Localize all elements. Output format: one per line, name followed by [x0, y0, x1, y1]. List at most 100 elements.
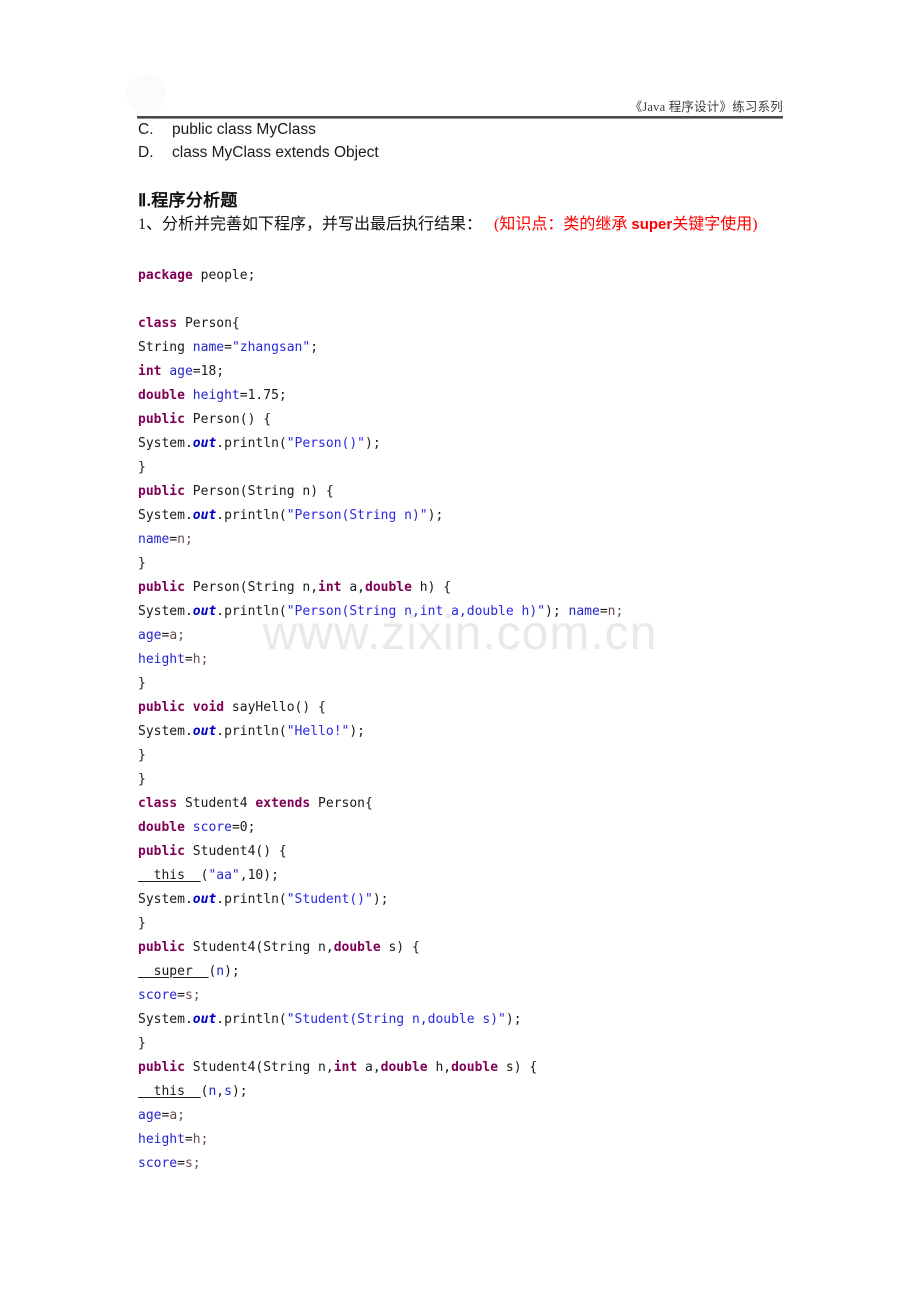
code-token: age	[169, 364, 193, 379]
code-line: System.out.println("Hello!");	[138, 720, 838, 744]
code-token: =0;	[231, 820, 256, 835]
code-line: }	[138, 768, 838, 792]
code-token: System.	[138, 436, 193, 451]
code-line: public Student4(String n,int a,double h,…	[138, 1056, 838, 1080]
document-page: 《Java 程序设计》练习系列 C. public class MyClass …	[0, 0, 920, 1302]
code-line: this (n,s);	[138, 1080, 838, 1104]
code-line: }	[138, 744, 838, 768]
code-token: "Person()"	[286, 436, 366, 451]
code-token: "Student(String n,double s)"	[286, 1012, 506, 1027]
code-token: =18;	[192, 364, 225, 379]
code-listing: package people; class Person{String name…	[138, 264, 838, 1176]
code-token: a;	[169, 1108, 185, 1123]
code-token: int	[333, 1060, 358, 1075]
code-token: }	[138, 1036, 146, 1051]
code-line: public Person(String n,int a,double h) {	[138, 576, 838, 600]
page-header: 《Java 程序设计》练习系列	[137, 96, 783, 116]
code-line: }	[138, 552, 838, 576]
code-token: }	[138, 556, 146, 571]
code-token: );	[427, 508, 444, 523]
code-token: sayHello() {	[224, 700, 326, 715]
question-gap	[486, 216, 494, 233]
code-token: double	[380, 1060, 428, 1075]
code-token: name	[138, 532, 170, 547]
answer-option-list: C. public class MyClass D. class MyClass…	[138, 121, 788, 167]
code-line: }	[138, 1032, 838, 1056]
code-token: .println(	[216, 604, 287, 619]
code-token: score	[138, 1156, 178, 1171]
code-token: ;	[310, 340, 319, 355]
code-token: out	[192, 604, 217, 619]
code-token: s;	[184, 988, 201, 1003]
code-line: age=a;	[138, 1104, 838, 1128]
code-line: double score=0;	[138, 816, 838, 840]
code-token: h;	[192, 652, 209, 667]
code-token: .println(	[216, 1012, 287, 1027]
code-token: );	[365, 436, 381, 451]
code-token: );	[545, 604, 569, 619]
code-token: Person(String n) {	[184, 484, 334, 499]
code-token: int	[138, 364, 162, 379]
code-token: }	[138, 748, 146, 763]
section-heading: Ⅱ.程序分析题	[138, 191, 238, 210]
code-token: people;	[192, 268, 256, 283]
code-token: =	[184, 652, 193, 667]
code-token: public	[138, 484, 185, 499]
code-token: =1.75;	[239, 388, 287, 403]
code-blank-answer: super	[138, 964, 209, 979]
code-token: height	[138, 1132, 185, 1147]
code-blank-answer: this	[138, 1084, 201, 1099]
code-token: double	[138, 388, 185, 403]
code-token: height	[192, 388, 240, 403]
code-token: .println(	[216, 724, 287, 739]
code-line: height=h;	[138, 1128, 838, 1152]
code-token: s	[224, 1084, 232, 1099]
code-token: public	[138, 844, 185, 859]
code-token: }	[138, 460, 146, 475]
code-token: =	[224, 340, 232, 355]
code-line: public void sayHello() {	[138, 696, 838, 720]
code-token: s) {	[380, 940, 420, 955]
code-token: h,	[427, 1060, 452, 1075]
question-note-keyword: super	[631, 216, 673, 233]
code-token: System.	[138, 724, 193, 739]
code-token: =	[177, 1156, 185, 1171]
code-token: out	[192, 724, 217, 739]
code-token: }	[138, 916, 146, 931]
code-line: this ("aa",10);	[138, 864, 838, 888]
code-token: Student4	[177, 796, 256, 811]
option-text: class MyClass extends Object	[172, 144, 379, 161]
code-token: ,10);	[239, 868, 279, 883]
code-token: }	[138, 772, 146, 787]
code-line: System.out.println("Person(String n,int …	[138, 600, 838, 624]
code-line: System.out.println("Student()");	[138, 888, 838, 912]
code-token: void	[192, 700, 225, 715]
code-token: .println(	[216, 892, 287, 907]
code-token: System.	[138, 892, 193, 907]
code-token: n;	[607, 604, 624, 619]
question-prefix: 1、分析并完善如下程序，并写出最后执行结果：	[138, 216, 483, 233]
code-token: n;	[177, 532, 193, 547]
code-token: double	[138, 820, 185, 835]
code-token: .println(	[216, 508, 287, 523]
code-token: public	[138, 940, 185, 955]
code-token: package	[138, 268, 193, 283]
code-token: );	[505, 1012, 522, 1027]
code-token: age	[138, 1108, 162, 1123]
code-token: public	[138, 700, 185, 715]
code-token: double	[333, 940, 381, 955]
list-item: D. class MyClass extends Object	[138, 144, 788, 167]
code-token: =	[177, 988, 185, 1003]
code-line: class Person{	[138, 312, 838, 336]
code-token: ,	[216, 1084, 225, 1099]
code-token: =	[169, 532, 178, 547]
code-line: }	[138, 912, 838, 936]
code-token: name	[568, 604, 600, 619]
question-note-part2: 关键字使用)	[672, 216, 758, 233]
code-line	[138, 288, 838, 312]
code-token: public	[138, 580, 185, 595]
code-token: a,	[341, 580, 365, 595]
code-token: a,	[357, 1060, 381, 1075]
code-token: );	[224, 964, 240, 979]
code-line: package people;	[138, 264, 838, 288]
